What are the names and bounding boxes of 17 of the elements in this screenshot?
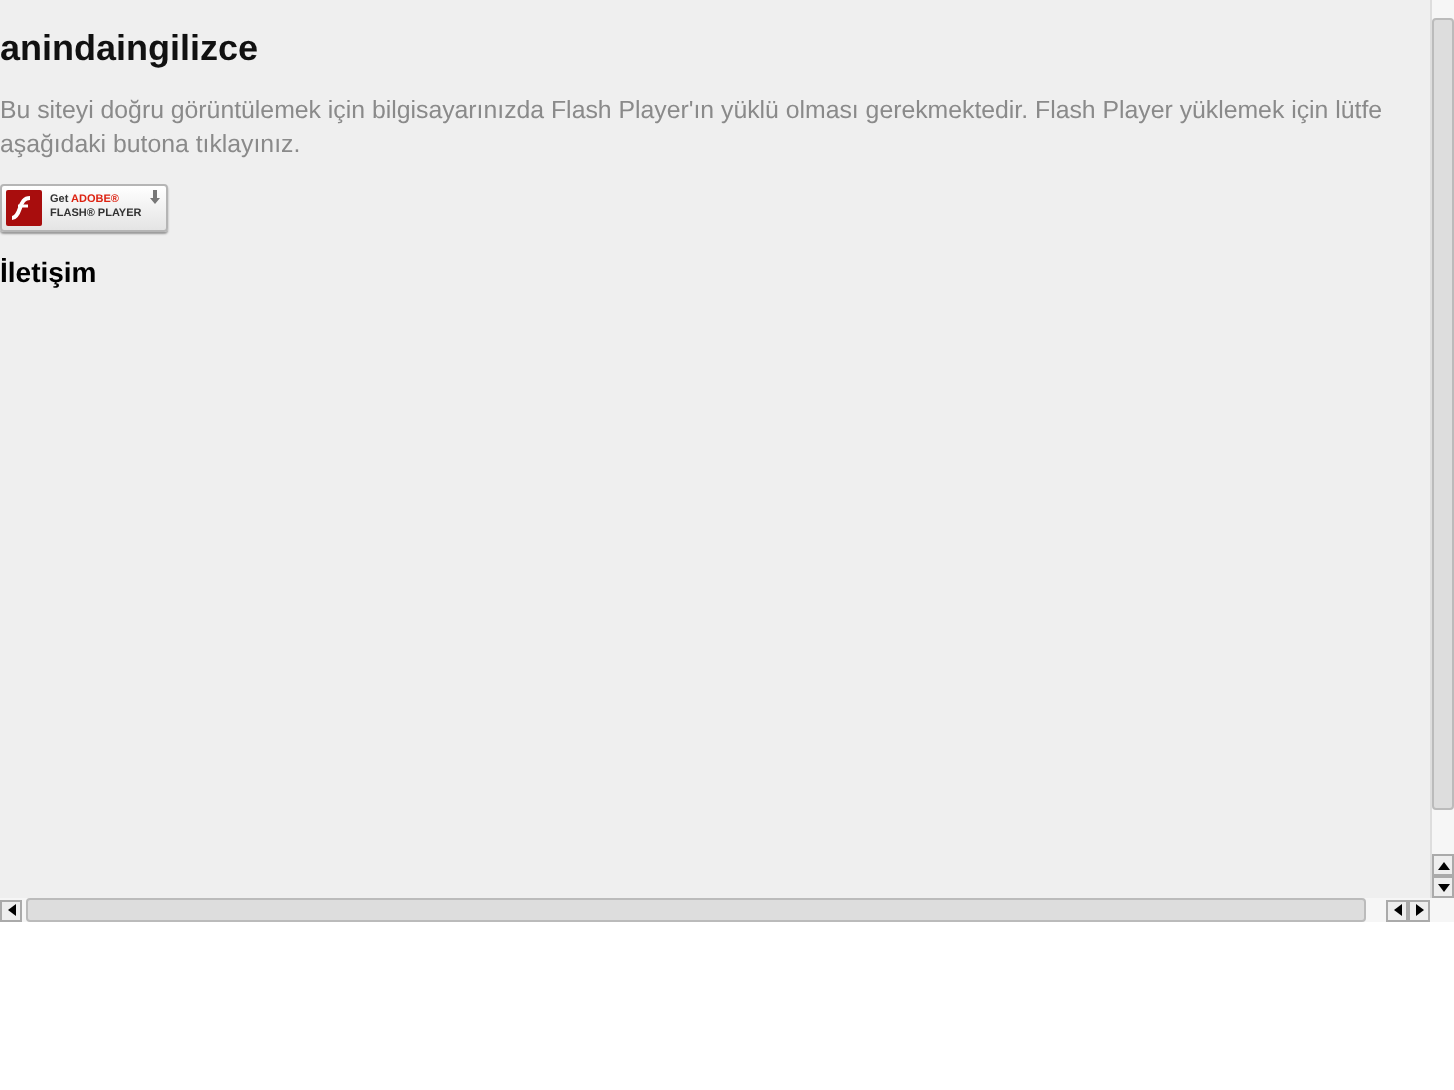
scroll-right-button[interactable]: [1408, 899, 1430, 921]
flash-logo-icon: [6, 190, 42, 226]
flash-notice: Bu siteyi doğru görüntülemek için bilgisayarınızda Flash Player'ın yüklü olması gerekmektedir. Flash Player yüklemek için lütfe aşağıdaki butona tıklayınız.: [0, 94, 1383, 162]
horizontal-scrollbar[interactable]: [0, 898, 1454, 922]
down-arrow-icon: [1437, 883, 1449, 891]
download-arrow-icon: [150, 190, 160, 204]
scroll-left-button[interactable]: [1386, 899, 1408, 921]
scroll-up-button[interactable]: [1432, 854, 1454, 876]
page-title: anindaingilizce: [0, 28, 259, 70]
scroll-left-button[interactable]: [0, 899, 22, 921]
scroll-down-button[interactable]: [1432, 876, 1454, 898]
left-arrow-icon: [7, 904, 15, 916]
right-arrow-icon: [1415, 904, 1423, 916]
left-arrow-icon: [1393, 904, 1401, 916]
up-arrow-icon: [1437, 861, 1449, 869]
contact-heading: İletişim: [0, 256, 97, 288]
vertical-scrollbar[interactable]: [1430, 0, 1454, 898]
